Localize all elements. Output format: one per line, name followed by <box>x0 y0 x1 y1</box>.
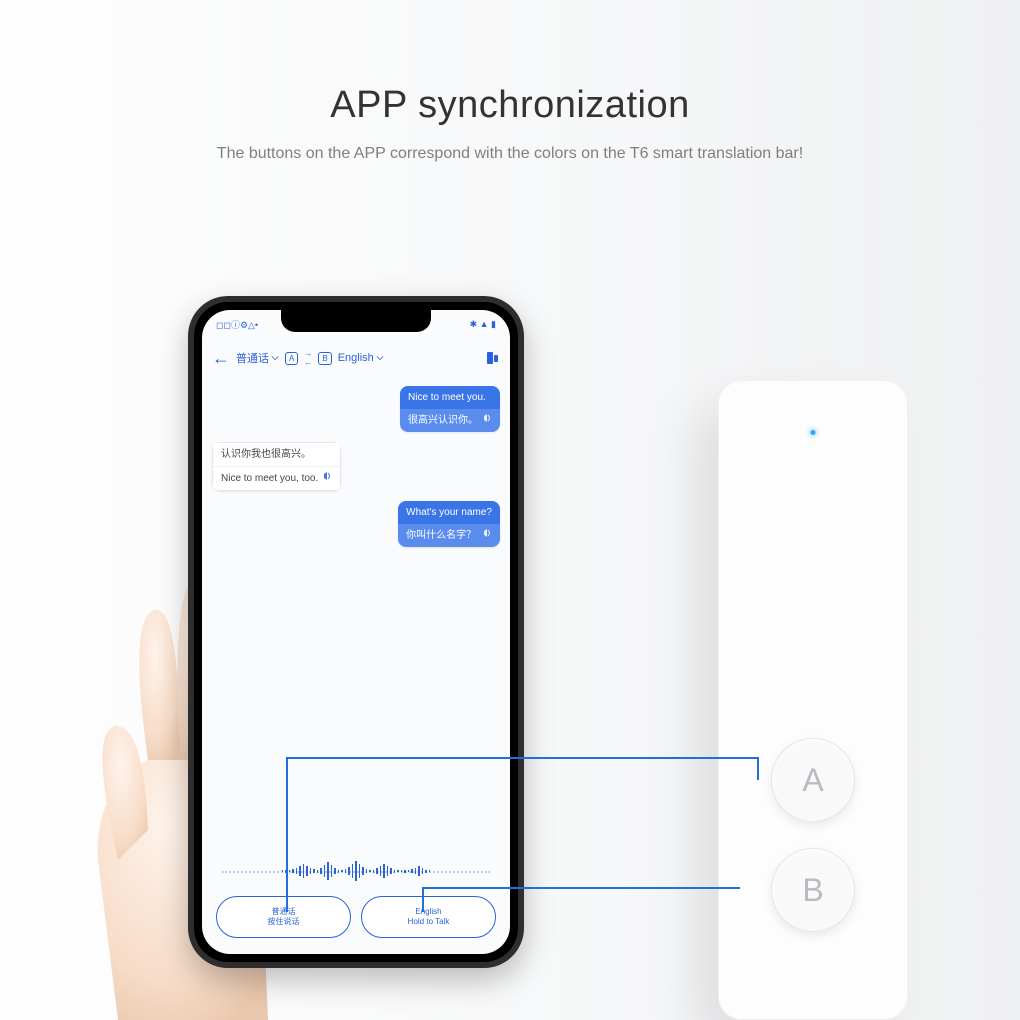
headline-block: APP synchronization The buttons on the A… <box>0 84 1020 163</box>
chat-bubble[interactable]: Nice to meet you. 很高兴认识你。 <box>400 386 500 432</box>
headline-title: APP synchronization <box>0 84 1020 127</box>
device-button-a[interactable]: A <box>771 738 855 822</box>
device-button-b[interactable]: B <box>771 848 855 932</box>
talk-a-lang: 普通话 <box>272 907 296 917</box>
language-a-label: 普通话 <box>236 350 269 366</box>
device-button-a-label: A <box>802 762 823 799</box>
headline-subtitle: The buttons on the APP correspond with t… <box>0 145 1020 163</box>
talk-b-lang: English <box>415 907 441 917</box>
chat-area: Nice to meet you. 很高兴认识你。 认识你我也很高兴。 Nice… <box>202 378 510 858</box>
sound-icon[interactable] <box>322 471 332 486</box>
status-left-icons: ◻◻ⓘ⚙△• <box>216 318 258 331</box>
phone-screen: ◻◻ⓘ⚙△• ✱ ▲ ▮ ← 普通话 A →← B English <box>202 310 510 954</box>
bubble-text: 很高兴认识你。 <box>408 413 478 428</box>
translator-device: A B <box>718 380 908 1020</box>
device-pair-icon[interactable] <box>484 350 500 366</box>
sound-icon[interactable] <box>482 413 492 428</box>
status-right-icons: ✱ ▲ ▮ <box>470 319 496 330</box>
back-icon[interactable]: ← <box>212 348 230 369</box>
app-header: ← 普通话 A →← B English <box>202 338 510 378</box>
waveform <box>222 858 490 884</box>
device-led <box>811 430 816 435</box>
talk-button-a[interactable]: 普通话 按住说话 <box>216 896 351 938</box>
lang-b-badge: B <box>318 352 331 365</box>
sound-icon[interactable] <box>482 528 492 543</box>
talk-a-hint: 按住说话 <box>268 917 300 927</box>
bubble-text: Nice to meet you. <box>408 390 486 405</box>
language-b-dropdown[interactable]: English <box>338 352 384 364</box>
device-button-b-label: B <box>802 872 823 909</box>
talk-button-b[interactable]: English Hold to Talk <box>361 896 496 938</box>
bubble-text: What's your name? <box>406 505 492 520</box>
language-a-dropdown[interactable]: 普通话 <box>236 350 279 366</box>
phone-notch <box>281 310 431 332</box>
chat-bubble[interactable]: What's your name? 你叫什么名字？ <box>398 501 500 547</box>
chat-bubble[interactable]: 认识你我也很高兴。 Nice to meet you, too. <box>212 442 341 491</box>
phone-mockup: ◻◻ⓘ⚙△• ✱ ▲ ▮ ← 普通话 A →← B English <box>188 296 524 968</box>
language-b-label: English <box>338 352 374 364</box>
bubble-text: 你叫什么名字？ <box>406 528 476 543</box>
talk-b-hint: Hold to Talk <box>408 917 450 927</box>
talk-button-bar: 普通话 按住说话 English Hold to Talk <box>202 888 510 954</box>
bubble-text: Nice to meet you, too. <box>221 471 318 486</box>
lang-a-badge: A <box>285 352 298 365</box>
bubble-text: 认识你我也很高兴。 <box>221 447 311 462</box>
swap-languages-icon[interactable]: →← <box>304 349 312 367</box>
